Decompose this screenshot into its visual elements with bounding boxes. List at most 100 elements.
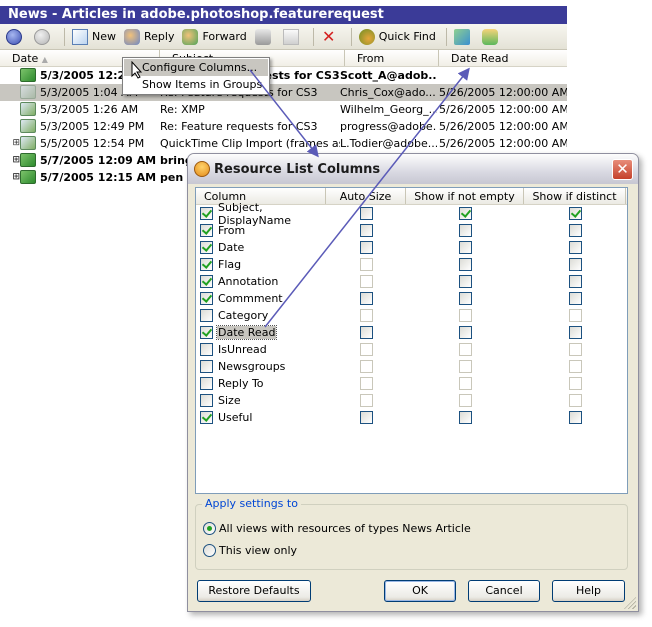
show-if-distinct-checkbox[interactable] [568,411,582,424]
close-button[interactable]: ✕ [612,159,633,180]
visible-checkbox[interactable] [200,360,213,373]
header-show-if-not-empty[interactable]: Show if not empty [406,188,524,204]
show-if-not-empty-checkbox[interactable] [458,241,472,254]
auto-size-checkbox[interactable] [359,241,373,254]
visible-checkbox[interactable] [200,343,213,356]
show-if-not-empty-checkbox[interactable] [458,224,472,237]
article-row[interactable]: 5/3/2005 12:22 AMRe: Feature requests fo… [0,67,567,84]
column-row[interactable]: Size [196,392,627,409]
column-header-date-label: Date [12,52,39,65]
visible-checkbox[interactable] [200,275,213,288]
column-header-date-read[interactable]: Date Read [439,50,567,66]
expand-thread-icon[interactable]: ⊞ [0,152,20,169]
column-row[interactable]: From [196,222,627,239]
cancel-button[interactable]: Cancel [468,580,540,602]
resize-grip[interactable] [624,597,636,609]
new-button[interactable]: New [72,28,116,45]
show-if-distinct-checkbox [568,394,582,407]
column-row[interactable]: Category [196,307,627,324]
auto-size-checkbox[interactable] [359,292,373,305]
column-row[interactable]: Useful [196,409,627,426]
expand-thread-icon[interactable] [0,101,20,118]
show-if-not-empty-checkbox[interactable] [458,292,472,305]
article-subject: Re: XMP [160,103,205,116]
restore-defaults-button[interactable]: Restore Defaults [197,580,311,602]
delete-button[interactable]: ✕ [321,28,341,45]
binoculars-icon [358,28,375,45]
visible-checkbox[interactable] [200,394,213,407]
auto-size-checkbox[interactable] [359,411,373,424]
column-row[interactable]: Annotation [196,273,627,290]
column-row[interactable]: Date [196,239,627,256]
ok-button[interactable]: OK [384,580,456,602]
column-row[interactable]: Date Read [196,324,627,341]
column-row[interactable]: Subject, DisplayName [196,201,627,227]
show-if-not-empty-checkbox[interactable] [458,326,472,339]
column-row[interactable]: IsUnread [196,341,627,358]
article-row[interactable]: 5/3/2005 1:04 AMRe: Feature requests for… [0,84,567,101]
radio-this-view-only[interactable]: This view only [203,544,297,557]
not-empty-cell [406,394,524,407]
dialog-title-bar[interactable]: Resource List Columns [188,154,638,184]
mark-read-button[interactable] [481,28,502,45]
print-button[interactable] [254,28,275,45]
expand-thread-icon[interactable] [0,84,20,101]
column-row[interactable]: Reply To [196,375,627,392]
show-if-distinct-checkbox[interactable] [568,326,582,339]
visible-checkbox[interactable] [200,258,213,271]
show-if-not-empty-checkbox[interactable] [458,258,472,271]
show-if-distinct-checkbox[interactable] [568,241,582,254]
auto-size-checkbox[interactable] [359,207,373,220]
article-row[interactable]: 5/3/2005 1:26 AM Re: XMP Wilhelm_Georg_...… [0,101,567,118]
auto-size-checkbox[interactable] [359,326,373,339]
column-row[interactable]: Commment [196,290,627,307]
show-if-distinct-checkbox[interactable] [568,292,582,305]
radio-all-views[interactable]: All views with resources of types News A… [203,522,471,535]
visible-checkbox[interactable] [200,292,213,305]
header-show-if-distinct[interactable]: Show if distinct [524,188,626,204]
visible-checkbox[interactable] [200,207,213,220]
expand-thread-icon[interactable] [0,67,20,84]
radio-button[interactable] [203,544,216,557]
column-name: Date [218,241,245,254]
column-row[interactable]: Newsgroups [196,358,627,375]
show-if-not-empty-checkbox[interactable] [458,275,472,288]
expand-thread-icon[interactable] [0,118,20,135]
visible-checkbox[interactable] [200,224,213,237]
show-if-distinct-checkbox[interactable] [568,275,582,288]
show-if-distinct-checkbox[interactable] [568,258,582,271]
reply-icon [124,28,140,45]
auto-size-checkbox[interactable] [359,224,373,237]
help-button[interactable]: Help [552,580,625,602]
distinct-cell [524,207,626,220]
show-if-distinct-checkbox[interactable] [568,224,582,237]
back-button[interactable] [6,28,26,45]
column-row[interactable]: Flag [196,256,627,273]
show-if-distinct-checkbox [568,360,582,373]
visible-checkbox[interactable] [200,241,213,254]
forward-nav-button[interactable] [34,28,54,45]
expand-thread-icon[interactable]: ⊞ [0,169,20,186]
quick-find-button[interactable]: Quick Find [358,28,436,45]
visible-checkbox[interactable] [200,377,213,390]
show-if-distinct-checkbox[interactable] [568,207,582,220]
article-row[interactable]: ⊞ 5/5/2005 12:54 PM QuickTime Clip Import … [0,135,567,152]
visible-checkbox[interactable] [200,411,213,424]
reply-button[interactable]: Reply [124,28,174,45]
header-auto-size[interactable]: Auto Size [326,188,406,204]
apply-settings-legend: Apply settings to [202,497,301,510]
column-header-from[interactable]: From [345,50,439,66]
expand-thread-icon[interactable]: ⊞ [0,135,20,152]
forward-button[interactable]: Forward [182,28,247,45]
print-preview-button[interactable] [282,28,303,45]
visible-checkbox[interactable] [200,326,213,339]
menu-item-configure-columns[interactable]: Configure Columns... [124,59,268,76]
article-row[interactable]: 5/3/2005 12:49 PM Re: Feature requests fo… [0,118,567,135]
show-if-not-empty-checkbox[interactable] [458,411,472,424]
show-if-not-empty-checkbox[interactable] [458,207,472,220]
send-receive-button[interactable] [453,28,474,45]
visible-checkbox[interactable] [200,309,213,322]
radio-button-selected[interactable] [203,522,216,535]
app-icon [194,161,210,177]
menu-item-show-items-in-groups[interactable]: Show Items in Groups [124,76,268,93]
